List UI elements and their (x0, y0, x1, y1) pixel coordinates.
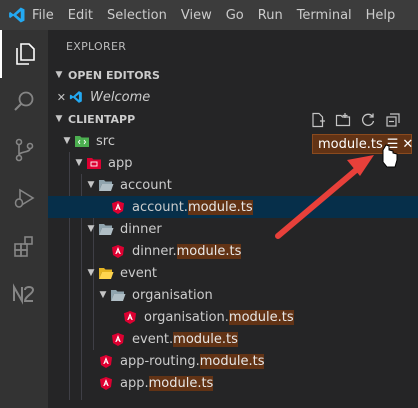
annotation-arrow (275, 144, 398, 239)
mouse-pointer-icon (382, 144, 398, 168)
